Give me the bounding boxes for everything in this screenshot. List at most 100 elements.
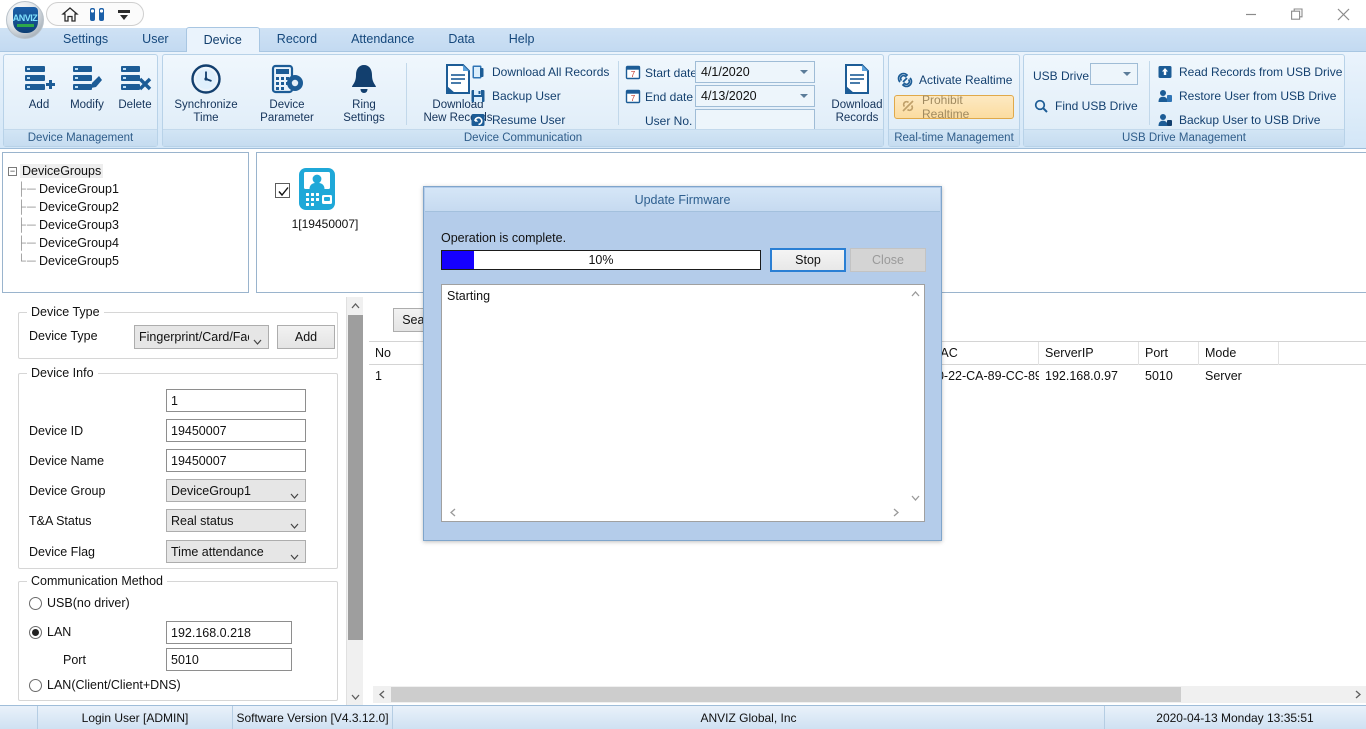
- end-date-value: 4/13/2020: [701, 89, 757, 103]
- backup-user-label: Backup User: [492, 89, 561, 103]
- ribbon-group-usb: USB Drive Find USB Drive: [1023, 54, 1345, 147]
- tab-attendance[interactable]: Attendance: [334, 27, 431, 51]
- app-logo-icon: ANVIZ: [6, 1, 44, 39]
- device-name-input[interactable]: 19450007: [166, 449, 306, 472]
- device-parameter-button[interactable]: DeviceParameter: [248, 58, 326, 130]
- device-info-group: Device Info 1 Device ID 19450007 Device …: [18, 373, 338, 569]
- tree-item-devicegroup4[interactable]: ├─DeviceGroup4: [3, 234, 248, 252]
- dialog-log-box[interactable]: Starting: [441, 284, 925, 522]
- scrollbar-thumb[interactable]: [391, 687, 1181, 702]
- radio-usb-no-driver[interactable]: USB(no driver): [29, 596, 130, 610]
- device-groups-tree[interactable]: −DeviceGroups ├─DeviceGroup1 ├─DeviceGro…: [2, 152, 249, 293]
- scroll-right-icon[interactable]: [887, 504, 904, 521]
- dropdown-icon[interactable]: [115, 6, 133, 23]
- device-no-value: 1: [171, 394, 178, 408]
- window-controls: [1228, 0, 1366, 28]
- start-date-input[interactable]: 4/1/2020: [695, 61, 815, 83]
- tree-item-devicegroup1[interactable]: ├─DeviceGroup1: [3, 180, 248, 198]
- left-panel-vertical-scrollbar[interactable]: [346, 297, 363, 705]
- device-name-label: Device Name: [29, 454, 104, 468]
- device-group-select[interactable]: DeviceGroup1: [166, 479, 306, 502]
- chevron-down-icon[interactable]: [290, 488, 299, 502]
- add-device-type-button[interactable]: Add: [277, 325, 335, 349]
- lan-ip-value: 192.168.0.218: [171, 626, 251, 640]
- end-date-input[interactable]: 4/13/2020: [695, 85, 815, 107]
- tab-record[interactable]: Record: [260, 27, 334, 51]
- tab-user[interactable]: User: [125, 27, 185, 51]
- user-no-input[interactable]: [695, 109, 815, 131]
- collapse-icon[interactable]: −: [8, 167, 17, 176]
- table-header-serverip[interactable]: ServerIP: [1039, 342, 1139, 365]
- ring-settings-label-2: Settings: [343, 112, 385, 124]
- calendar-icon-end: 7: [625, 88, 641, 104]
- port-input[interactable]: 5010: [166, 648, 292, 671]
- tree-item-devicegroup5[interactable]: └─DeviceGroup5: [3, 252, 248, 270]
- ta-status-select[interactable]: Real status: [166, 509, 306, 532]
- download-all-records-button[interactable]: Download All Records: [470, 61, 609, 83]
- stop-button-label: Stop: [795, 253, 821, 267]
- device-type-select[interactable]: Fingerprint/Card/Face: [134, 325, 269, 349]
- device-checkbox[interactable]: [275, 183, 290, 198]
- chevron-down-icon[interactable]: [290, 518, 299, 532]
- table-header-mode[interactable]: Mode: [1199, 342, 1279, 365]
- scrollbar-thumb[interactable]: [348, 315, 363, 640]
- restore-user-usb-button[interactable]: Restore User from USB Drive: [1157, 85, 1336, 107]
- people-icon[interactable]: [88, 6, 106, 23]
- home-icon[interactable]: [61, 6, 79, 23]
- close-icon[interactable]: [1320, 0, 1366, 28]
- chevron-down-icon[interactable]: [253, 334, 262, 348]
- radio-lan-client[interactable]: LAN(Client/Client+DNS): [29, 678, 181, 692]
- scroll-up-icon[interactable]: [907, 285, 924, 302]
- prohibit-realtime-label: Prohibit Realtime: [922, 93, 1013, 121]
- device-no-input[interactable]: 1: [166, 389, 306, 412]
- table-header-port[interactable]: Port: [1139, 342, 1199, 365]
- tab-device[interactable]: Device: [186, 27, 260, 52]
- chevron-down-icon[interactable]: [290, 549, 299, 563]
- scroll-up-icon[interactable]: [347, 297, 364, 314]
- device-name-value: 19450007: [171, 454, 227, 468]
- progress-bar: 10%: [441, 250, 761, 270]
- status-bar: Login User [ADMIN] Software Version [V4.…: [0, 705, 1366, 729]
- download-records-button[interactable]: DownloadRecords: [822, 58, 892, 130]
- radio-lan[interactable]: LAN: [29, 625, 71, 639]
- chevron-down-icon[interactable]: [800, 94, 808, 98]
- table-header-extra[interactable]: [1279, 342, 1366, 365]
- device-id-input[interactable]: 19450007: [166, 419, 306, 442]
- resume-user-button[interactable]: Resume User: [470, 109, 565, 131]
- activate-realtime-button[interactable]: Activate Realtime: [897, 69, 1012, 91]
- lan-ip-input[interactable]: 192.168.0.218: [166, 621, 292, 644]
- stop-button[interactable]: Stop: [770, 248, 846, 272]
- log-horizontal-scrollbar[interactable]: [442, 504, 924, 521]
- table-horizontal-scrollbar[interactable]: [373, 686, 1366, 703]
- backup-user-button[interactable]: Backup User: [470, 85, 561, 107]
- scroll-down-icon[interactable]: [347, 688, 364, 705]
- tab-data[interactable]: Data: [431, 27, 491, 51]
- radio-circle: [29, 679, 42, 692]
- chevron-down-icon[interactable]: [1123, 72, 1131, 76]
- minimize-icon[interactable]: [1228, 0, 1274, 28]
- tree-item-devicegroup3[interactable]: ├─DeviceGroup3: [3, 216, 248, 234]
- scroll-right-icon[interactable]: [1349, 686, 1366, 703]
- scroll-left-icon[interactable]: [373, 686, 390, 703]
- usb-read-icon: [1157, 64, 1173, 80]
- tab-settings[interactable]: Settings: [46, 27, 125, 51]
- log-vertical-scrollbar[interactable]: [907, 285, 924, 506]
- find-usb-drive-button[interactable]: Find USB Drive: [1033, 95, 1138, 117]
- scroll-left-icon[interactable]: [444, 504, 461, 521]
- tree-root-devicegroups[interactable]: −DeviceGroups: [3, 162, 248, 180]
- ring-settings-button[interactable]: RingSettings: [329, 58, 399, 130]
- synchronize-time-button[interactable]: SynchronizeTime: [167, 58, 245, 130]
- tree-item-devicegroup2[interactable]: ├─DeviceGroup2: [3, 198, 248, 216]
- device-flag-select[interactable]: Time attendance: [166, 540, 306, 563]
- table-header-no[interactable]: No: [369, 342, 429, 365]
- add-device-label: Add: [29, 99, 49, 112]
- chevron-down-icon[interactable]: [800, 70, 808, 74]
- prohibit-realtime-button[interactable]: Prohibit Realtime: [894, 95, 1014, 119]
- restore-icon[interactable]: [1274, 0, 1320, 28]
- read-records-usb-button[interactable]: Read Records from USB Drive: [1157, 61, 1342, 83]
- tab-help[interactable]: Help: [492, 27, 552, 51]
- usb-drive-select[interactable]: [1090, 63, 1138, 85]
- backup-user-usb-button[interactable]: Backup User to USB Drive: [1157, 109, 1320, 131]
- magnifier-icon: [1033, 98, 1049, 114]
- delete-device-button[interactable]: Delete: [102, 58, 168, 130]
